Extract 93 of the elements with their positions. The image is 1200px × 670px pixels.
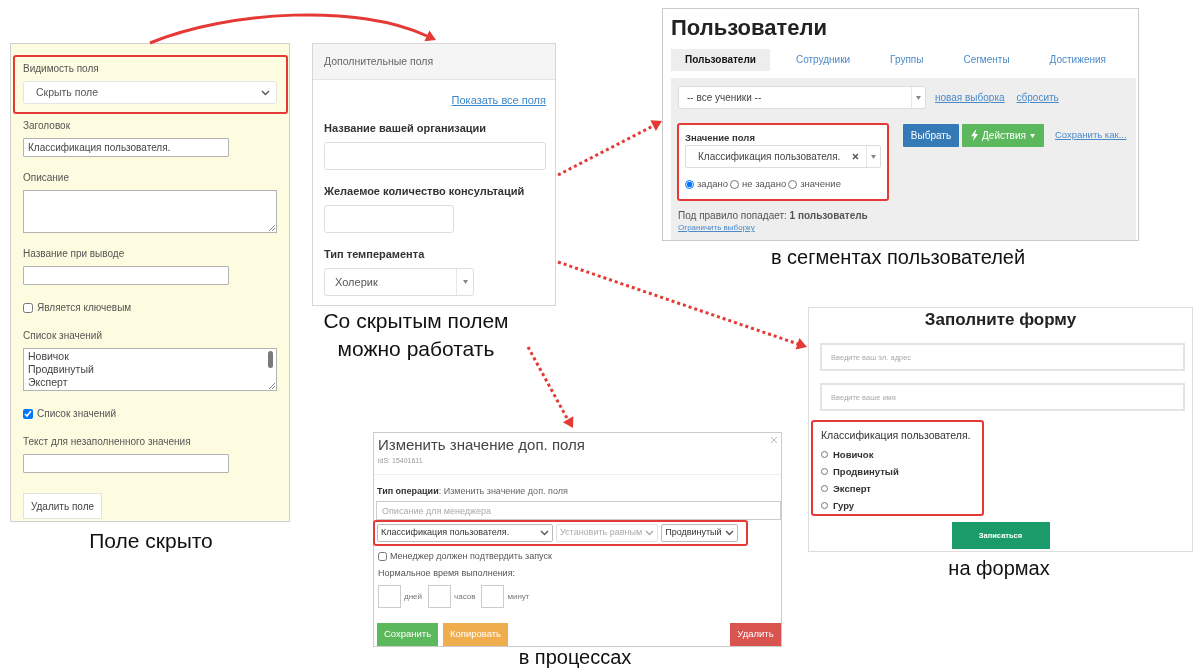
- radio-label: не задано: [742, 177, 787, 191]
- resize-grip-icon: [268, 382, 275, 389]
- text-input[interactable]: [23, 454, 229, 473]
- clear-icon: [852, 153, 859, 160]
- radio-button[interactable]: [821, 502, 828, 509]
- text-input[interactable]: [324, 205, 454, 233]
- lightning-icon: [971, 130, 979, 141]
- user-count-link[interactable]: 1 пользователь: [789, 210, 868, 221]
- field-label: Видимость поля: [23, 63, 100, 75]
- checkbox[interactable]: [378, 552, 387, 561]
- textarea-field[interactable]: [23, 190, 277, 233]
- page-title: Пользователи: [670, 14, 828, 41]
- field-label: Тип темперамента: [324, 248, 426, 261]
- field-label: Заголовок: [23, 120, 72, 132]
- select-button[interactable]: Выбрать: [903, 124, 959, 147]
- chevron-down-icon: [261, 89, 270, 96]
- radio-button[interactable]: [685, 179, 694, 189]
- unit-label: часов: [454, 590, 476, 603]
- radio-label: Продвинутый: [833, 465, 899, 479]
- text-input[interactable]: [324, 142, 546, 170]
- caption-text: в процессах: [517, 646, 633, 669]
- caption-text: в сегментах пользователей: [769, 245, 1027, 270]
- caret-down-icon: [871, 154, 876, 159]
- tab[interactable]: Сотрудники: [781, 49, 865, 71]
- field-label: Значение поля: [685, 132, 756, 143]
- caption-text: Со скрытым полем можно работать: [322, 308, 510, 362]
- chevron-down-icon: [724, 530, 734, 536]
- radio-button[interactable]: [788, 179, 798, 189]
- radio-label: задано: [697, 177, 728, 191]
- question-label: Классификация пользователя.: [821, 429, 972, 442]
- text-input[interactable]: [23, 266, 229, 285]
- field-label: Текст для незаполненного значения: [23, 436, 192, 448]
- close-icon: [770, 436, 778, 444]
- number-input[interactable]: [481, 585, 505, 608]
- tab[interactable]: Группы: [876, 49, 938, 71]
- form-title: Заполните форму: [923, 309, 1078, 331]
- actions-button[interactable]: Действия: [962, 124, 1044, 147]
- panel-header: Дополнительные поля: [313, 44, 555, 80]
- unit-label: минут: [507, 590, 530, 603]
- checkbox[interactable]: [23, 302, 33, 313]
- visibility-select[interactable]: Скрыть поле: [23, 81, 277, 104]
- caption-text: Поле скрыто: [88, 528, 214, 554]
- resize-grip-icon: [268, 224, 275, 231]
- number-input[interactable]: [428, 585, 451, 608]
- save-as-link[interactable]: Сохранить как...: [1055, 128, 1127, 143]
- radio-button[interactable]: [821, 451, 828, 458]
- text-input[interactable]: Классификация пользователя.: [23, 138, 229, 157]
- filter-link[interactable]: сбросить: [1016, 90, 1059, 105]
- field-label: Название вашей организации: [324, 122, 488, 135]
- rule-summary: Под правило попадает: 1 пользователь: [678, 209, 868, 222]
- delete-field-button[interactable]: Удалить поле: [23, 493, 102, 519]
- radio-label: Эксперт: [833, 482, 872, 496]
- checkbox-label: Менеджер должен подтвердить запуск: [390, 551, 552, 562]
- caret-down-icon: [1029, 133, 1035, 138]
- tab[interactable]: Достижения: [1035, 49, 1120, 71]
- chevron-down-icon: [645, 530, 655, 536]
- checkbox[interactable]: [23, 408, 33, 419]
- unit-label: дней: [404, 590, 422, 603]
- checkbox-label: Является ключевым: [37, 301, 132, 315]
- dropdown-select[interactable]: Продвинутый: [661, 524, 738, 542]
- description-input[interactable]: Описание для менеджера: [376, 501, 781, 520]
- dropdown-select[interactable]: Классификация пользователя.: [377, 524, 553, 542]
- radio-button[interactable]: [730, 179, 739, 189]
- temperament-select[interactable]: Холерик: [324, 268, 474, 296]
- field-label: Название при выводе: [23, 248, 126, 260]
- field-select[interactable]: Классификация пользователя.: [685, 145, 881, 168]
- radio-label: значение: [800, 177, 841, 191]
- limit-selection-link[interactable]: Ограничить выборку: [678, 223, 755, 232]
- radio-label: Гуру: [833, 499, 855, 513]
- number-input[interactable]: [378, 585, 401, 608]
- radio-button[interactable]: [821, 485, 828, 492]
- caption-text: на формах: [947, 556, 1051, 581]
- caret-down-icon: [462, 280, 468, 284]
- field-label: Список значений: [23, 330, 103, 342]
- tab[interactable]: Сегменты: [949, 49, 1024, 71]
- show-all-fields-link[interactable]: Показать все поля: [451, 94, 546, 106]
- dialog-title: Изменить значение доп. поля: [377, 435, 585, 454]
- chevron-down-icon: [540, 530, 549, 536]
- tab[interactable]: Пользователи: [671, 49, 770, 71]
- radio-button[interactable]: [821, 468, 828, 475]
- save-button[interactable]: Сохранить: [377, 623, 438, 646]
- audience-select[interactable]: -- все ученики --: [678, 86, 926, 109]
- radio-label: Новичок: [833, 448, 874, 462]
- field-label: Описание: [23, 172, 70, 184]
- field-label: Нормальное время выполнения:: [378, 568, 515, 579]
- delete-button[interactable]: Удалить: [730, 623, 781, 646]
- textarea-field[interactable]: Новичок Продвинутый Эксперт: [23, 348, 277, 391]
- scroll-thumb-icon: [268, 351, 273, 368]
- operation-text: Тип операции: Изменить значение доп. поля: [377, 486, 569, 497]
- caret-down-icon: [916, 95, 921, 100]
- filter-link[interactable]: новая выборка: [935, 90, 1005, 105]
- field-label: Желаемое количество консультаций: [324, 185, 526, 198]
- checkbox-label: Список значений: [37, 407, 116, 421]
